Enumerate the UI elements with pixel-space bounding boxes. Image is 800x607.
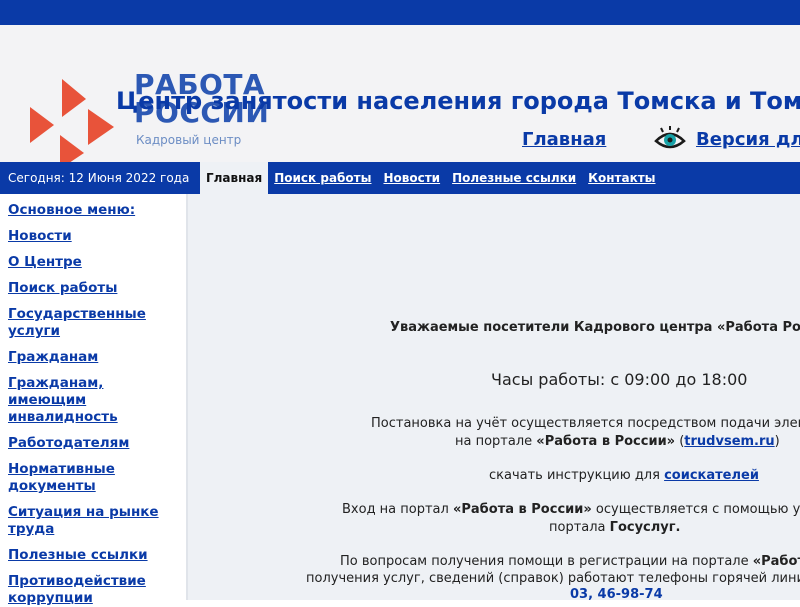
sidebar-item-main-menu[interactable]: Основное меню: bbox=[0, 202, 186, 219]
paren-open: ( bbox=[675, 434, 685, 449]
sidebar-item-regulations[interactable]: Нормативные документы bbox=[0, 461, 186, 495]
help-line1: По вопросам получения помощи в регистрац… bbox=[340, 554, 800, 569]
current-date: Сегодня: 12 Июня 2022 года bbox=[8, 171, 190, 185]
registration-text-line1: Постановка на учёт осуществляется посред… bbox=[371, 416, 800, 431]
help-prefix: По вопросам получения помощи в регистрац… bbox=[340, 554, 753, 569]
top-bar bbox=[0, 0, 800, 25]
logo-subtitle: Кадровый центр bbox=[136, 133, 242, 147]
trudvsem-link[interactable]: trudvsem.ru bbox=[684, 434, 774, 449]
gosuslugi-name: Госуслуг. bbox=[609, 520, 681, 535]
sidebar-item-useful-links[interactable]: Полезные ссылки bbox=[0, 547, 186, 564]
logo-icon bbox=[28, 77, 118, 162]
login-suffix: осуществляется с помощью у bbox=[591, 502, 800, 517]
instruction-prefix: скачать инструкцию для bbox=[489, 468, 665, 483]
sidebar-item-anti-corruption[interactable]: Противодействие коррупции bbox=[0, 573, 186, 607]
sidebar-item-employers[interactable]: Работодателям bbox=[0, 435, 186, 452]
nav-item-home[interactable]: Главная bbox=[200, 162, 269, 194]
login-prefix: Вход на портал bbox=[342, 502, 453, 517]
top-nav: Сегодня: 12 Июня 2022 года Главная Поиск… bbox=[0, 162, 800, 194]
accessibility-version-link[interactable]: Версия дл bbox=[696, 129, 800, 150]
portal-name: «Работа в России» bbox=[536, 434, 676, 449]
nav-item-useful-links[interactable]: Полезные ссылки bbox=[446, 162, 582, 194]
sidebar-item-disabled-citizens[interactable]: Гражданам, имеющим инвалидность bbox=[0, 375, 186, 426]
header-home-link[interactable]: Главная bbox=[522, 129, 606, 150]
help-line2: получения услуг, сведений (справок) рабо… bbox=[306, 571, 800, 586]
sidebar-item-about[interactable]: О Центре bbox=[0, 254, 186, 271]
job-seekers-instruction-link[interactable]: соискателей bbox=[664, 468, 759, 483]
header: РАБОТА РОССИИ Кадровый центр Центр занят… bbox=[0, 25, 800, 162]
sidebar: Основное меню: Новости О Центре Поиск ра… bbox=[0, 194, 188, 606]
login-portal-name: «Работа в России» bbox=[452, 502, 592, 517]
site-title: Центр занятости населения города Томска … bbox=[116, 87, 800, 115]
login2-prefix: портала bbox=[549, 520, 610, 535]
sidebar-item-job-search[interactable]: Поиск работы bbox=[0, 280, 186, 297]
help-portal-name: «Работ bbox=[752, 554, 800, 569]
sidebar-item-citizens[interactable]: Гражданам bbox=[0, 349, 186, 366]
eye-icon[interactable] bbox=[654, 125, 686, 153]
main-content: Уважаемые посетители Кадрового центра «Р… bbox=[188, 194, 800, 600]
sidebar-item-labor-market[interactable]: Ситуация на рынке труда bbox=[0, 504, 186, 538]
sidebar-item-public-services[interactable]: Государственные услуги bbox=[0, 306, 186, 340]
hotline-phones: 03, 46-98-74 bbox=[570, 587, 663, 600]
greeting-heading: Уважаемые посетители Кадрового центра «Р… bbox=[390, 320, 800, 335]
nav-item-contacts[interactable]: Контакты bbox=[582, 162, 661, 194]
login-line2: портала Госуслуг. bbox=[549, 520, 680, 535]
login-line1: Вход на портал «Работа в России» осущест… bbox=[342, 502, 800, 517]
sidebar-item-news[interactable]: Новости bbox=[0, 228, 186, 245]
registration-text-prefix: на портале bbox=[455, 434, 537, 449]
nav-item-news[interactable]: Новости bbox=[377, 162, 446, 194]
nav-menu: Главная Поиск работы Новости Полезные сс… bbox=[200, 162, 662, 194]
registration-text-line2: на портале «Работа в России» (trudvsem.r… bbox=[455, 434, 780, 449]
paren-close: ) bbox=[774, 434, 780, 449]
nav-item-job-search[interactable]: Поиск работы bbox=[268, 162, 377, 194]
working-hours: Часы работы: с 09:00 до 18:00 bbox=[491, 370, 748, 389]
instruction-line: скачать инструкцию для соискателей bbox=[489, 468, 759, 483]
